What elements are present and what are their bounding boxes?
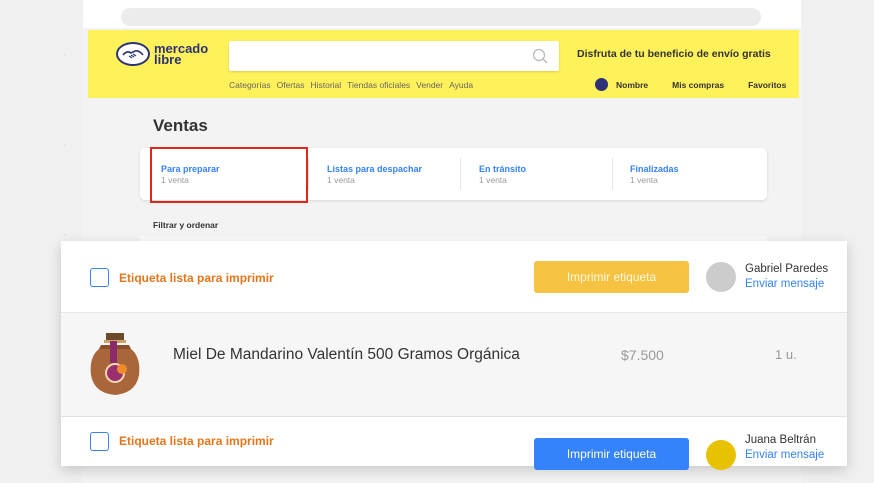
search-input[interactable]	[229, 41, 559, 71]
send-message-link[interactable]: Enviar mensaje	[745, 449, 824, 461]
product-quantity: 1 u.	[775, 347, 797, 362]
print-label-button[interactable]: Imprimir etiqueta	[534, 261, 689, 293]
tab-divider	[612, 158, 613, 190]
select-order-checkbox[interactable]	[90, 432, 109, 451]
buyer-name: Juana Beltrán	[745, 434, 816, 446]
nav-link-historial[interactable]: Historial	[310, 80, 341, 90]
tab-count: 1 venta	[327, 175, 355, 185]
handshake-icon	[116, 42, 150, 66]
filter-sort-label[interactable]: Filtrar y ordenar	[153, 220, 218, 230]
product-title[interactable]: Miel De Mandarino Valentín 500 Gramos Or…	[173, 346, 520, 364]
active-tab-highlight	[150, 147, 308, 203]
buyer-name: Gabriel Paredes	[745, 263, 829, 275]
nav-link-tiendas-oficiales[interactable]: Tiendas oficiales	[347, 80, 410, 90]
buyer-avatar	[706, 262, 736, 292]
category-nav: Categorías Ofertas Historial Tiendas ofi…	[229, 80, 473, 90]
logo-wordmark: mercado libre	[154, 42, 210, 67]
logo-line-2: libre	[154, 52, 182, 67]
label-ready-status: Etiqueta lista para imprimir	[119, 434, 274, 448]
honey-jar-image	[90, 333, 140, 395]
page-title: Ventas	[153, 116, 208, 135]
buyer-avatar	[706, 440, 736, 470]
mercadolibre-logo[interactable]: mercado libre	[116, 42, 210, 66]
site-header: mercado libre Disfruta de tu beneficio d…	[88, 30, 799, 98]
nav-link-ayuda[interactable]: Ayuda	[449, 80, 473, 90]
address-bar[interactable]	[121, 8, 761, 26]
search-icon[interactable]	[531, 47, 549, 65]
select-order-checkbox[interactable]	[90, 268, 109, 287]
tab-label: Finalizadas	[630, 164, 679, 174]
free-shipping-promo[interactable]: Disfruta de tu beneficio de envío gratis	[577, 48, 771, 60]
tab-count: 1 venta	[479, 175, 507, 185]
tab-divider	[460, 158, 461, 190]
user-avatar-icon[interactable]	[595, 78, 608, 91]
order-header-row: Etiqueta lista para imprimir Imprimir et…	[61, 418, 847, 470]
print-label-button[interactable]: Imprimir etiqueta	[534, 438, 689, 470]
orders-zoom-panel: Etiqueta lista para imprimir Imprimir et…	[61, 241, 847, 470]
product-row: Miel De Mandarino Valentín 500 Gramos Or…	[61, 313, 847, 417]
nav-link-ofertas[interactable]: Ofertas	[277, 80, 305, 90]
send-message-link[interactable]: Enviar mensaje	[745, 278, 824, 290]
order-header-row: Etiqueta lista para imprimir Imprimir et…	[61, 241, 847, 313]
tab-en-transito[interactable]: En tránsito 1 venta	[479, 148, 526, 200]
product-price: $7.500	[621, 347, 664, 363]
tab-label: En tránsito	[479, 164, 527, 174]
tab-listas-para-despachar[interactable]: Listas para despachar 1 venta	[327, 148, 422, 200]
tab-count: 1 venta	[630, 175, 658, 185]
favorites-link[interactable]: Favoritos	[748, 80, 786, 90]
user-nav: Nombre Mis compras Favoritos	[595, 78, 786, 91]
tab-label: Listas para despachar	[327, 164, 423, 174]
label-ready-status: Etiqueta lista para imprimir	[119, 271, 274, 285]
nav-link-vender[interactable]: Vender	[416, 80, 443, 90]
nav-link-categorias[interactable]: Categorías	[229, 80, 271, 90]
my-purchases-link[interactable]: Mis compras	[672, 80, 724, 90]
user-name-link[interactable]: Nombre	[616, 80, 648, 90]
tab-divider	[308, 158, 309, 190]
tab-finalizadas[interactable]: Finalizadas 1 venta	[630, 148, 679, 200]
